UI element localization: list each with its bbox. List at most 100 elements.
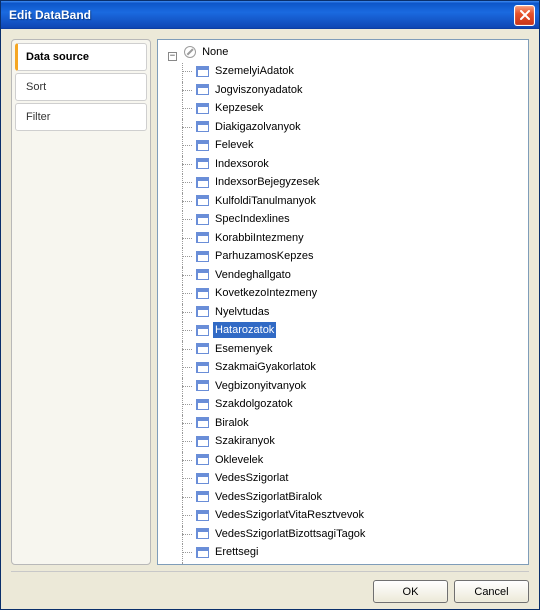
tree-node-label: IndexsorBejegyzesek [213,174,322,190]
tree-node[interactable]: Nyelvtudas [194,304,273,320]
tree-node-label: Vegzettsegek [213,563,283,566]
tree-node[interactable]: Felevek [194,137,258,153]
tree-node-label: Indexsorok [213,156,271,172]
table-icon [196,454,209,465]
table-icon [196,66,209,77]
tree-node[interactable]: Oklevelek [194,452,267,468]
window-title: Edit DataBand [9,8,514,22]
ok-label: OK [403,586,419,598]
close-icon [520,10,530,20]
tree-node-label: SzakmaiGyakorlatok [213,359,318,375]
tree-node[interactable]: VedesSzigorlatBizottsagiTagok [194,526,369,542]
tree-root[interactable]: None [182,44,232,60]
close-button[interactable] [514,5,535,26]
table-icon [196,417,209,428]
table-icon [196,121,209,132]
nav-item-label: Filter [26,111,50,123]
table-icon [196,140,209,151]
nav-item-sort[interactable]: Sort [15,73,147,101]
tree-node[interactable]: Vegzettsegek [194,563,285,566]
nav-item-label: Data source [26,51,89,63]
collapse-toggle[interactable]: − [168,52,177,61]
tree-node[interactable]: Diakigazolvanyok [194,119,305,135]
table-icon [196,269,209,280]
tree-node[interactable]: SpecIndexlines [194,211,294,227]
tree-node[interactable]: KulfoldiTanulmanyok [194,193,320,209]
upper-split: Data source Sort Filter − None SzemelyiAda… [11,39,529,565]
client-area: Data source Sort Filter − None SzemelyiAda… [1,29,539,609]
table-icon [196,510,209,521]
table-icon [196,158,209,169]
table-icon [196,214,209,225]
table-icon [196,473,209,484]
table-icon [196,232,209,243]
tree-node-label: Jogviszonyadatok [213,82,304,98]
tree-node[interactable]: SzemelyiAdatok [194,63,298,79]
table-icon [196,84,209,95]
table-icon [196,325,209,336]
tree-node-label: Felevek [213,137,256,153]
table-icon [196,288,209,299]
tree-node[interactable]: Szakdolgozatok [194,396,297,412]
tree-node-label: Nyelvtudas [213,304,271,320]
tree-node-label: VedesSzigorlatBiralok [213,489,324,505]
tree-node-label: SpecIndexlines [213,211,292,227]
tree-node[interactable]: VedesSzigorlat [194,470,292,486]
none-icon [184,46,196,58]
tree-node[interactable]: ParhuzamosKepzes [194,248,317,264]
table-icon [196,399,209,410]
table-icon [196,491,209,502]
tree-node[interactable]: Biralok [194,415,253,431]
data-source-tree: − None SzemelyiAdatok Jogviszonyadatok Kep… [160,44,526,565]
tree-node[interactable]: Hatarozatok [194,322,278,338]
tree-node[interactable]: Vendeghallgato [194,267,295,283]
tree-node[interactable]: Vegbizonyitvanyok [194,378,310,394]
ok-button[interactable]: OK [373,580,448,603]
tree-node[interactable]: Esemenyek [194,341,276,357]
tree-node[interactable]: Jogviszonyadatok [194,82,306,98]
tree-node[interactable]: Indexsorok [194,156,273,172]
tree-node[interactable]: Kepzesek [194,100,267,116]
tree-node-label: KulfoldiTanulmanyok [213,193,318,209]
tree-node[interactable]: VedesSzigorlatBiralok [194,489,326,505]
table-icon [196,343,209,354]
tree-node-label: Vegbizonyitvanyok [213,378,308,394]
tree-node[interactable]: KorabbiIntezmeny [194,230,308,246]
tree-panel[interactable]: − None SzemelyiAdatok Jogviszonyadatok Kep… [157,39,529,565]
table-icon [196,177,209,188]
tree-node-label: ParhuzamosKepzes [213,248,315,264]
tree-node[interactable]: IndexsorBejegyzesek [194,174,324,190]
tree-node[interactable]: SzakmaiGyakorlatok [194,359,320,375]
button-bar: OK Cancel [11,571,529,603]
tree-node-label: Szakiranyok [213,433,277,449]
tree-node[interactable]: KovetkezoIntezmeny [194,285,321,301]
tree-node-label: Kepzesek [213,100,265,116]
table-icon [196,103,209,114]
titlebar: Edit DataBand [1,1,539,29]
cancel-label: Cancel [474,586,508,598]
tree-node-label: Esemenyek [213,341,274,357]
tree-node-label: KovetkezoIntezmeny [213,285,319,301]
dialog-window: Edit DataBand Data source Sort Filter − No… [0,0,540,610]
table-icon [196,528,209,539]
tree-node-label: Oklevelek [213,452,265,468]
nav-item-data-source[interactable]: Data source [15,43,147,71]
table-icon [196,380,209,391]
table-icon [196,362,209,373]
table-icon [196,306,209,317]
tree-node-label: VedesSzigorlatVitaResztvevok [213,507,366,523]
nav-item-filter[interactable]: Filter [15,103,147,131]
tree-node-label: Diakigazolvanyok [213,119,303,135]
table-icon [196,195,209,206]
tree-node-label: Biralok [213,415,251,431]
tree-node-label: VedesSzigorlat [213,470,290,486]
table-icon [196,436,209,447]
tree-node[interactable]: Erettsegi [194,544,262,560]
tree-node-label: Szakdolgozatok [213,396,295,412]
table-icon [196,251,209,262]
cancel-button[interactable]: Cancel [454,580,529,603]
tree-node-label: Hatarozatok [213,322,276,338]
tree-node[interactable]: Szakiranyok [194,433,279,449]
tree-node-label: VedesSzigorlatBizottsagiTagok [213,526,367,542]
tree-node[interactable]: VedesSzigorlatVitaResztvevok [194,507,368,523]
